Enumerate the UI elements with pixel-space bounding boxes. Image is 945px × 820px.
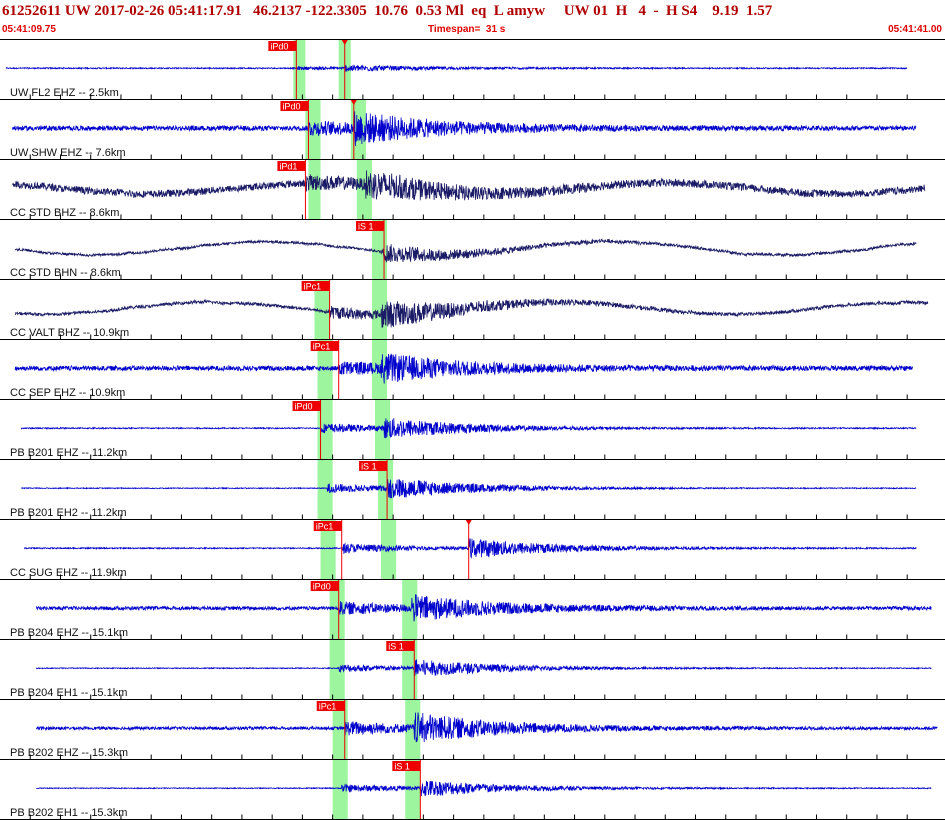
channel-label: PB B202 EH1 -- 15.3km <box>10 807 127 819</box>
waveform-trace <box>35 659 932 676</box>
waveform-trace <box>14 353 914 384</box>
pick-label: iPd0 <box>282 102 300 112</box>
seismogram-record-section: iPd0 UW FL2 EHZ -- 2.5km iPd0 UW SHW EHZ --… <box>0 39 945 820</box>
waveform-trace <box>5 64 908 72</box>
pick-label: iPd1 <box>279 162 297 172</box>
waveform-trace <box>20 418 917 439</box>
channel-label: UW SHW EHZ -- 7.6km <box>10 147 126 159</box>
channel-label: PB B202 EHZ -- 15.3km <box>10 747 128 759</box>
channel-label: CC SEP EHZ -- 10.9km <box>10 387 125 399</box>
waveform-trace <box>36 780 932 797</box>
channel-label: PB B204 EHZ -- 15.1km <box>10 627 128 639</box>
pick-window <box>317 460 333 520</box>
waveform-trace <box>12 111 917 147</box>
pick-label: iS 1 <box>358 222 374 232</box>
pick-label: iPd0 <box>313 582 331 592</box>
channel-label: PB B204 EH1 -- 15.1km <box>10 687 127 699</box>
pick-label: iS 1 <box>388 642 404 652</box>
pick-label: iS 1 <box>394 762 410 772</box>
pick-window <box>332 760 348 820</box>
waveform-trace <box>35 594 932 622</box>
waveform-trace <box>20 479 917 499</box>
pick-label: iPc1 <box>313 342 331 352</box>
channel-label: UW FL2 EHZ -- 2.5km <box>10 87 119 99</box>
channel-label: CC VALT BHZ -- 10.9km <box>10 327 129 339</box>
pick-label: iS 1 <box>361 462 377 472</box>
pick-window <box>405 700 421 760</box>
waveform-trace <box>11 170 926 201</box>
channel-label: PB B201 EHZ -- 11.2km <box>10 447 127 459</box>
channel-label: CC SUG EHZ -- 11.9km <box>10 567 127 579</box>
waveform-trace <box>14 298 929 328</box>
pick-label: iPd0 <box>295 402 313 412</box>
pick-window <box>308 160 321 220</box>
waveform-trace <box>24 538 917 559</box>
channel-label: CC STD BHZ -- 8.6km <box>10 207 119 219</box>
pick-window <box>329 640 345 700</box>
waveform-trace <box>14 238 917 263</box>
waveform-trace <box>35 712 938 743</box>
channel-label: CC STD BHN -- 8.6km <box>10 267 121 279</box>
pick-marker <box>465 520 472 525</box>
pick-label: iPc1 <box>304 282 322 292</box>
pick-label: iPc1 <box>316 522 334 532</box>
pick-label: iPd0 <box>270 42 288 52</box>
pick-label: iPc1 <box>319 702 337 712</box>
channel-label: PB B201 EH2 -- 11.2km <box>10 507 127 519</box>
